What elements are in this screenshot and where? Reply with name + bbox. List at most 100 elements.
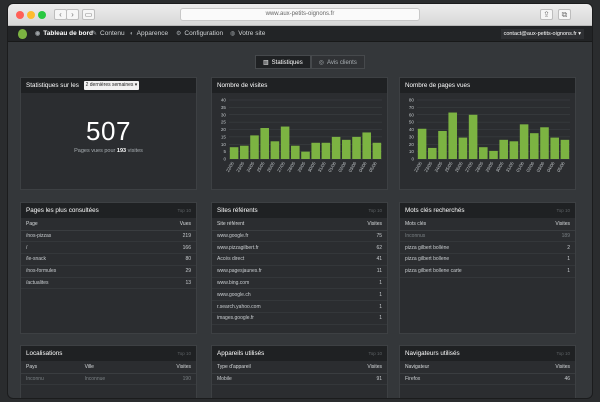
x-tick-label: 02/06 [525, 161, 535, 173]
forward-arrow-icon[interactable]: › [66, 9, 79, 20]
nav-item-label: Votre site [238, 30, 266, 37]
y-tick-label: 0 [411, 157, 414, 162]
x-tick-label: 22/05 [225, 161, 235, 173]
table-row: www.google.fr 75 [212, 230, 387, 243]
bar [428, 147, 437, 159]
table-cell: 91 [323, 373, 387, 386]
bar [260, 128, 269, 159]
period-select[interactable]: 2 dernières semaines ▾ [83, 80, 140, 90]
table-cell: Accès direct [212, 253, 333, 266]
site-logo-icon[interactable] [18, 29, 27, 39]
table-cell: Mobile [212, 373, 324, 386]
x-tick-label: 03/06 [536, 161, 546, 173]
column-header: Page [21, 218, 136, 231]
bar [530, 133, 539, 159]
close-window-icon[interactable] [16, 11, 24, 19]
y-tick-label: 70 [409, 105, 415, 110]
tab-statistics[interactable]: ▥ Statistiques [255, 55, 311, 69]
x-tick-label: 03/06 [348, 161, 358, 173]
table-row: www.pagesjaunes.fr 11 [212, 265, 387, 278]
share-icon[interactable]: ⇪ [540, 9, 553, 20]
y-tick-label: 10 [221, 142, 227, 147]
devices-panel: Appareils utilisés Top 10 Type d'appareil… [211, 345, 388, 398]
x-tick-label: 24/05 [246, 161, 256, 173]
x-tick-label: 29/05 [297, 161, 307, 173]
table-row: images.google.fr 1 [212, 312, 387, 325]
bar [321, 142, 331, 159]
bar [291, 145, 300, 159]
table-row: Inconnu Inconnue 190 [21, 373, 196, 386]
sidebar-toggle-icon[interactable]: ▭ [82, 9, 95, 20]
panel-title: Mots clés recherchés [405, 207, 465, 214]
table-cell: /nos-formules [21, 265, 136, 278]
x-tick-label: 31/05 [505, 161, 515, 173]
bar [229, 147, 239, 159]
table-cell: 1 [332, 312, 387, 325]
bar [499, 139, 508, 159]
x-tick-label: 28/05 [474, 161, 484, 173]
browser-window: ‹ › ▭ www.aux-petits-oignons.fr ⇪ ⧉ ◉ Tab… [8, 4, 592, 398]
table-row: /166 [21, 241, 196, 255]
x-tick-label: 23/05 [235, 161, 245, 173]
tab-customer-reviews[interactable]: ◎ Avis clients [310, 55, 365, 69]
column-header: Visites [501, 361, 575, 374]
table-cell: Firefox [400, 373, 502, 386]
top-badge: Top 10 [556, 208, 570, 213]
table-cell: pizza gilbert bollène [400, 241, 528, 255]
nav-item-appearance[interactable]: ◐ Apparence [130, 26, 168, 42]
table-cell: 1 [332, 300, 387, 314]
bar [540, 127, 549, 159]
table-cell: / [21, 241, 136, 255]
nav-item-configuration[interactable]: ⚙ Configuration [176, 26, 223, 42]
nav-item-dashboard[interactable]: ◉ Tableau de bord [35, 26, 93, 42]
column-header: Site référent [212, 218, 333, 231]
table-cell: /le-snack [21, 253, 136, 266]
y-tick-label: 15 [221, 134, 227, 139]
y-tick-label: 60 [409, 112, 415, 117]
dashboard-icon: ◉ [35, 31, 41, 37]
visits-count: 193 [116, 148, 127, 154]
minimize-window-icon[interactable] [27, 11, 35, 19]
x-tick-label: 24/05 [434, 161, 444, 173]
column-header: Mots clés [400, 218, 528, 231]
panel-title: Pages les plus consultées [26, 207, 99, 214]
top-pages-table: Page Vues /nos-pizzas 219/166/le-snack 80/n… [21, 218, 196, 290]
nav-item-label: Tableau de bord [43, 30, 93, 37]
x-tick-label: 04/06 [546, 161, 556, 173]
gear-icon: ⚙ [176, 31, 182, 37]
keywords-table: Mots clés Visites Inconnus 189 pizza gilber… [400, 218, 575, 278]
bar [301, 151, 310, 159]
tab-label: Avis clients [326, 60, 357, 66]
top-badge: Top 10 [368, 351, 382, 356]
tabs-overview-icon[interactable]: ⧉ [558, 9, 571, 20]
table-cell: 75 [332, 230, 387, 243]
table-row: Mobile 91 [212, 373, 387, 386]
maximize-window-icon[interactable] [38, 11, 46, 19]
url-bar[interactable]: www.aux-petits-oignons.fr [180, 8, 420, 21]
top-badge: Top 10 [177, 351, 191, 356]
panel-title: Navigateurs utilisés [405, 350, 460, 357]
bar [468, 114, 478, 159]
table-row: www.google.ch 1 [212, 288, 387, 302]
table-cell: www.bing.com [212, 277, 333, 290]
y-tick-label: 30 [409, 134, 415, 139]
panel-header: Statistiques sur les 2 dernières semaine… [21, 78, 196, 93]
column-header: Pays [21, 361, 80, 374]
browsers-table: Navigateur Visites Firefox 46 [400, 361, 575, 386]
table-cell: /actualites [21, 277, 136, 290]
panel-title: Sites référents [217, 207, 258, 214]
referrers-table: Site référent Visites www.google.fr 75 www.… [212, 218, 387, 325]
table-cell: /nos-pizzas [21, 230, 136, 243]
table-cell: www.pizzagilbert.fr [212, 241, 333, 255]
bar [250, 135, 259, 159]
nav-item-your-site[interactable]: ◍ Votre site [230, 26, 265, 42]
table-cell: www.google.fr [212, 230, 333, 243]
bar [270, 141, 280, 159]
table-cell: 1 [527, 265, 575, 278]
account-menu[interactable]: contact@aux-petits-oignons.fr ▾ [500, 29, 584, 39]
table-cell: 41 [332, 253, 387, 266]
nav-item-content[interactable]: ✎ Contenu [92, 26, 125, 42]
panel-header: Sites référents Top 10 [212, 203, 387, 218]
table-cell: Inconnus [400, 230, 528, 243]
y-tick-label: 20 [409, 142, 415, 147]
